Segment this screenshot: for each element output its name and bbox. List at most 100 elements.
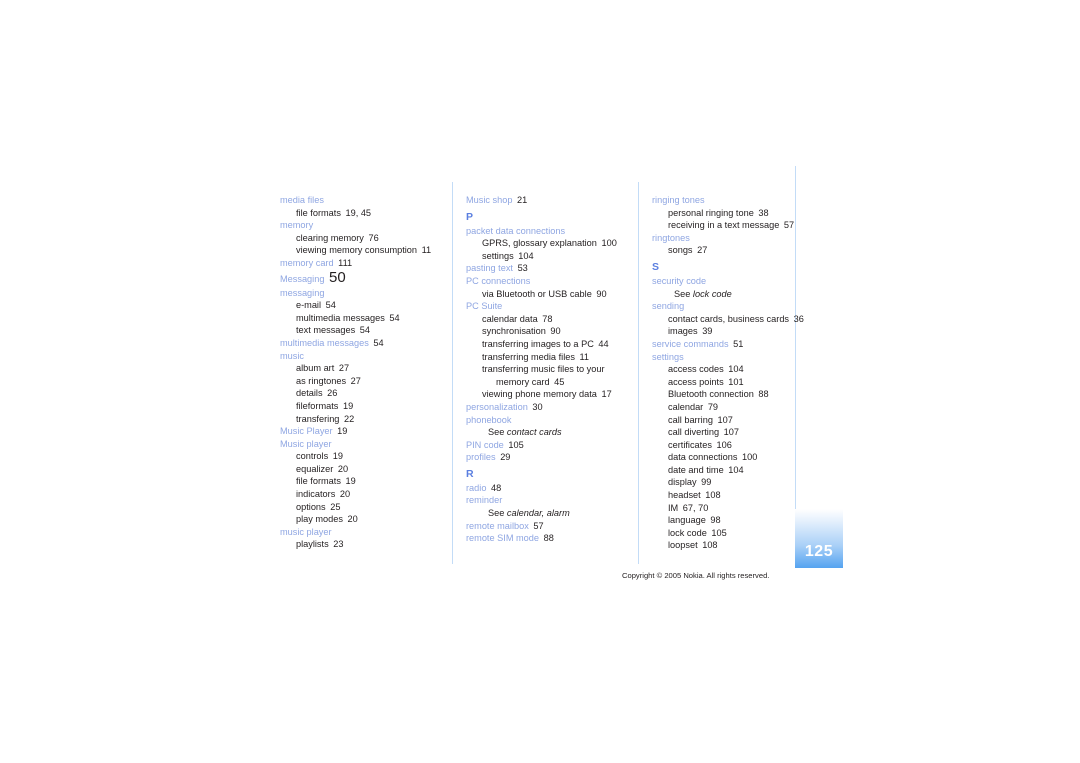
index-entry-page: 19, 45 [345,207,372,218]
index-entry-main: multimedia messages 54 [280,337,438,350]
index-entry-page: 20 [347,514,358,525]
index-entry-sub: loopset 108 [652,539,810,552]
index-entry-text: loopset [668,540,698,551]
index-entry-sub: e-mail 54 [280,299,438,312]
index-entry-sub: equalizer 20 [280,463,438,476]
index-entry-main: PC connections [466,275,624,288]
index-entry-text: images [668,326,698,337]
index-entry-main: phonebook [466,414,624,427]
index-entry-page: 20 [339,489,351,500]
index-entry-page: 45 [554,376,565,387]
index-entry-text: playlists [296,539,329,550]
index-entry-text: as ringtones [296,375,347,386]
see-target: contact cards [506,427,562,438]
index-entry-page: 27 [697,245,708,256]
index-entry-text: play modes [296,514,343,525]
index-entry-text: call diverting [668,427,720,438]
index-entry-page: 78 [542,313,553,324]
see-label: See [488,427,505,438]
index-entry-sub: playlists 23 [280,538,438,551]
index-entry-text: certificates [668,439,712,450]
index-entry-page: 30 [532,401,543,412]
index-entry-page: 48 [491,482,502,493]
index-entry-page: 108 [705,490,721,501]
index-entry-main: Music player [280,438,438,451]
index-entry-text: data connections [668,452,738,463]
index-entry-main: reminder [466,494,624,507]
index-page: media files file formats 19, 45 memory clea… [0,0,1080,763]
index-entry-sub: transferring images to a PC 44 [466,338,624,351]
index-entry-page: 99 [701,477,712,488]
index-entry-sub: multimedia messages 54 [280,312,438,325]
index-entry-text: transferring images to a PC [482,338,594,349]
index-entry-page: 104 [728,364,744,375]
index-entry-text: PC connections [466,275,531,286]
index-entry-text: radio [466,482,487,493]
index-entry-page: 22 [343,413,355,424]
index-entry-text: transferring media files [482,351,575,362]
index-entry-page: 51 [733,338,744,349]
index-letter-heading: S [652,260,660,273]
index-entry-text: music [280,350,304,361]
index-entry-text: music player [280,526,332,537]
index-entry-text: indicators [296,489,336,500]
index-entry-sub: album art 27 [280,362,438,375]
index-entry-page: 79 [707,401,719,412]
index-entry-sub: access points 101 [652,376,810,389]
index-entry-text: packet data connections [466,225,566,236]
index-entry-sub: Bluetooth connection 88 [652,388,810,401]
index-entry-text: settings [482,250,514,261]
index-entry-page: 44 [598,338,609,349]
index-entry-page: 111 [338,257,353,268]
index-entry-text: remote mailbox [466,520,529,531]
index-entry-page: 19 [337,426,348,437]
index-entry-page: 100 [601,238,617,249]
index-entry-sub: display 99 [652,476,810,489]
index-entry-sub: GPRS, glossary explanation 100 [466,237,624,250]
index-entry-page: 76 [368,232,379,243]
index-entry-page: 26 [327,388,338,399]
index-entry-text: headset [668,490,701,501]
index-entry-sub: lock code 105 [652,527,810,540]
index-entry-text: calendar [668,401,704,412]
index-entry-main: sending [652,300,810,313]
index-entry-text: via Bluetooth or USB cable [482,288,592,299]
index-entry-page: 108 [702,540,718,551]
index-entry-page: 67, 70 [682,502,709,513]
index-entry-sub: viewing phone memory data 17 [466,388,624,401]
copyright-notice: Copyright © 2005 Nokia. All rights reser… [622,571,770,580]
index-entry-text: multimedia messages [280,337,369,348]
index-entry-text: personal ringing tone [668,207,754,218]
index-entry-text: Music shop [466,195,513,205]
page-number: 125 [804,543,834,560]
index-see-reference: See contact cards [466,426,624,439]
index-entry-page: 25 [330,501,341,512]
index-entry-text: file formats [296,476,341,487]
index-entry-page: 23 [333,539,344,550]
index-entry-page: 104 [518,250,534,261]
index-entry-sub: personal ringing tone 38 [652,207,810,220]
index-entry-page: 50 [329,268,346,286]
index-entry-page: 21 [517,195,528,205]
see-label: See [488,508,505,519]
index-entry-page: 36 [793,313,804,324]
index-entry-sub: songs 27 [652,244,810,257]
index-entry-text: messaging [280,287,325,298]
index-entry-page: 19 [345,476,356,487]
index-entry-text: memory card [496,376,550,387]
index-entry-main: music [280,350,438,363]
index-entry-main: PC Suite [466,300,624,313]
index-entry-text: memory [280,220,314,231]
index-entry-text: Music player [280,438,332,449]
index-entry-text: details [296,388,323,399]
index-entry-main: remote mailbox 57 [466,520,624,533]
index-entry-page: 100 [742,452,758,463]
index-entry-page: 90 [550,326,561,337]
index-entry-sub: access codes 104 [652,363,810,376]
index-entry-main: messaging [280,287,438,300]
index-entry-main: service commands 51 [652,338,810,351]
index-entry-text: Music Player [280,426,333,437]
index-entry-sub: as ringtones 27 [280,375,438,388]
index-entry-text: security code [652,275,707,286]
index-entry-sub: IM 67, 70 [652,502,810,515]
